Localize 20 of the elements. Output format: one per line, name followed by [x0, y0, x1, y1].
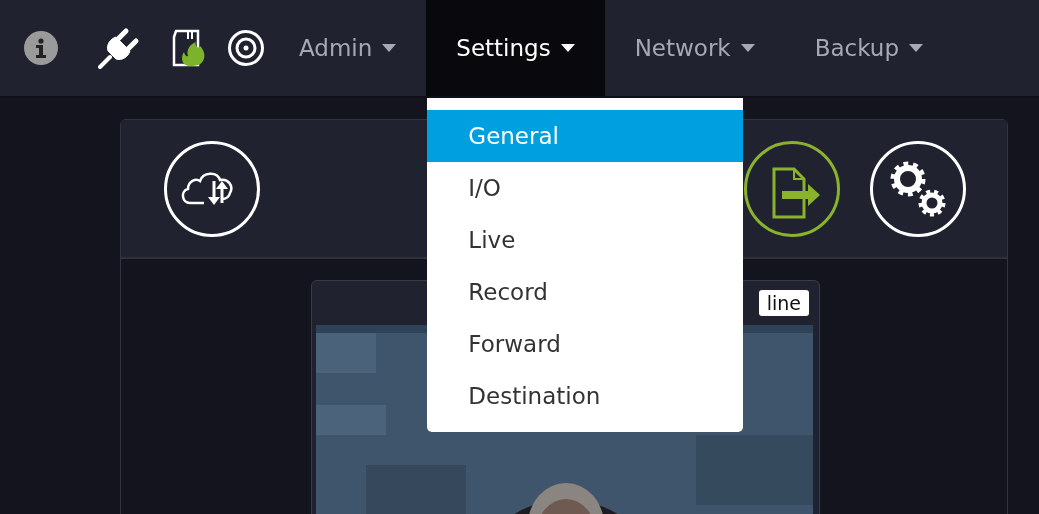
- cloud-sync-icon[interactable]: [164, 140, 260, 237]
- gears-icon[interactable]: [870, 140, 966, 237]
- caret-icon: [560, 44, 575, 52]
- info-icon[interactable]: [24, 31, 58, 65]
- caret-icon: [740, 44, 755, 52]
- status-badge: line: [758, 290, 809, 316]
- caret-icon: [909, 44, 923, 52]
- plug-icon[interactable]: [98, 27, 140, 69]
- file-export-icon[interactable]: [744, 140, 840, 237]
- dropdown-item[interactable]: Forward: [427, 318, 744, 370]
- dropdown-item[interactable]: I/O: [427, 162, 744, 214]
- dropdown-item[interactable]: Destination: [427, 370, 744, 422]
- nav-menu[interactable]: Network: [604, 0, 785, 96]
- nav-menu[interactable]: Backup: [784, 0, 953, 96]
- dropdown-item[interactable]: Live: [427, 214, 744, 266]
- dropdown-item[interactable]: Record: [427, 266, 744, 318]
- caret-icon: [382, 44, 397, 52]
- nav-menu[interactable]: Settings: [426, 0, 605, 96]
- target-icon[interactable]: [228, 30, 264, 66]
- nav-menu[interactable]: Admin: [269, 0, 427, 96]
